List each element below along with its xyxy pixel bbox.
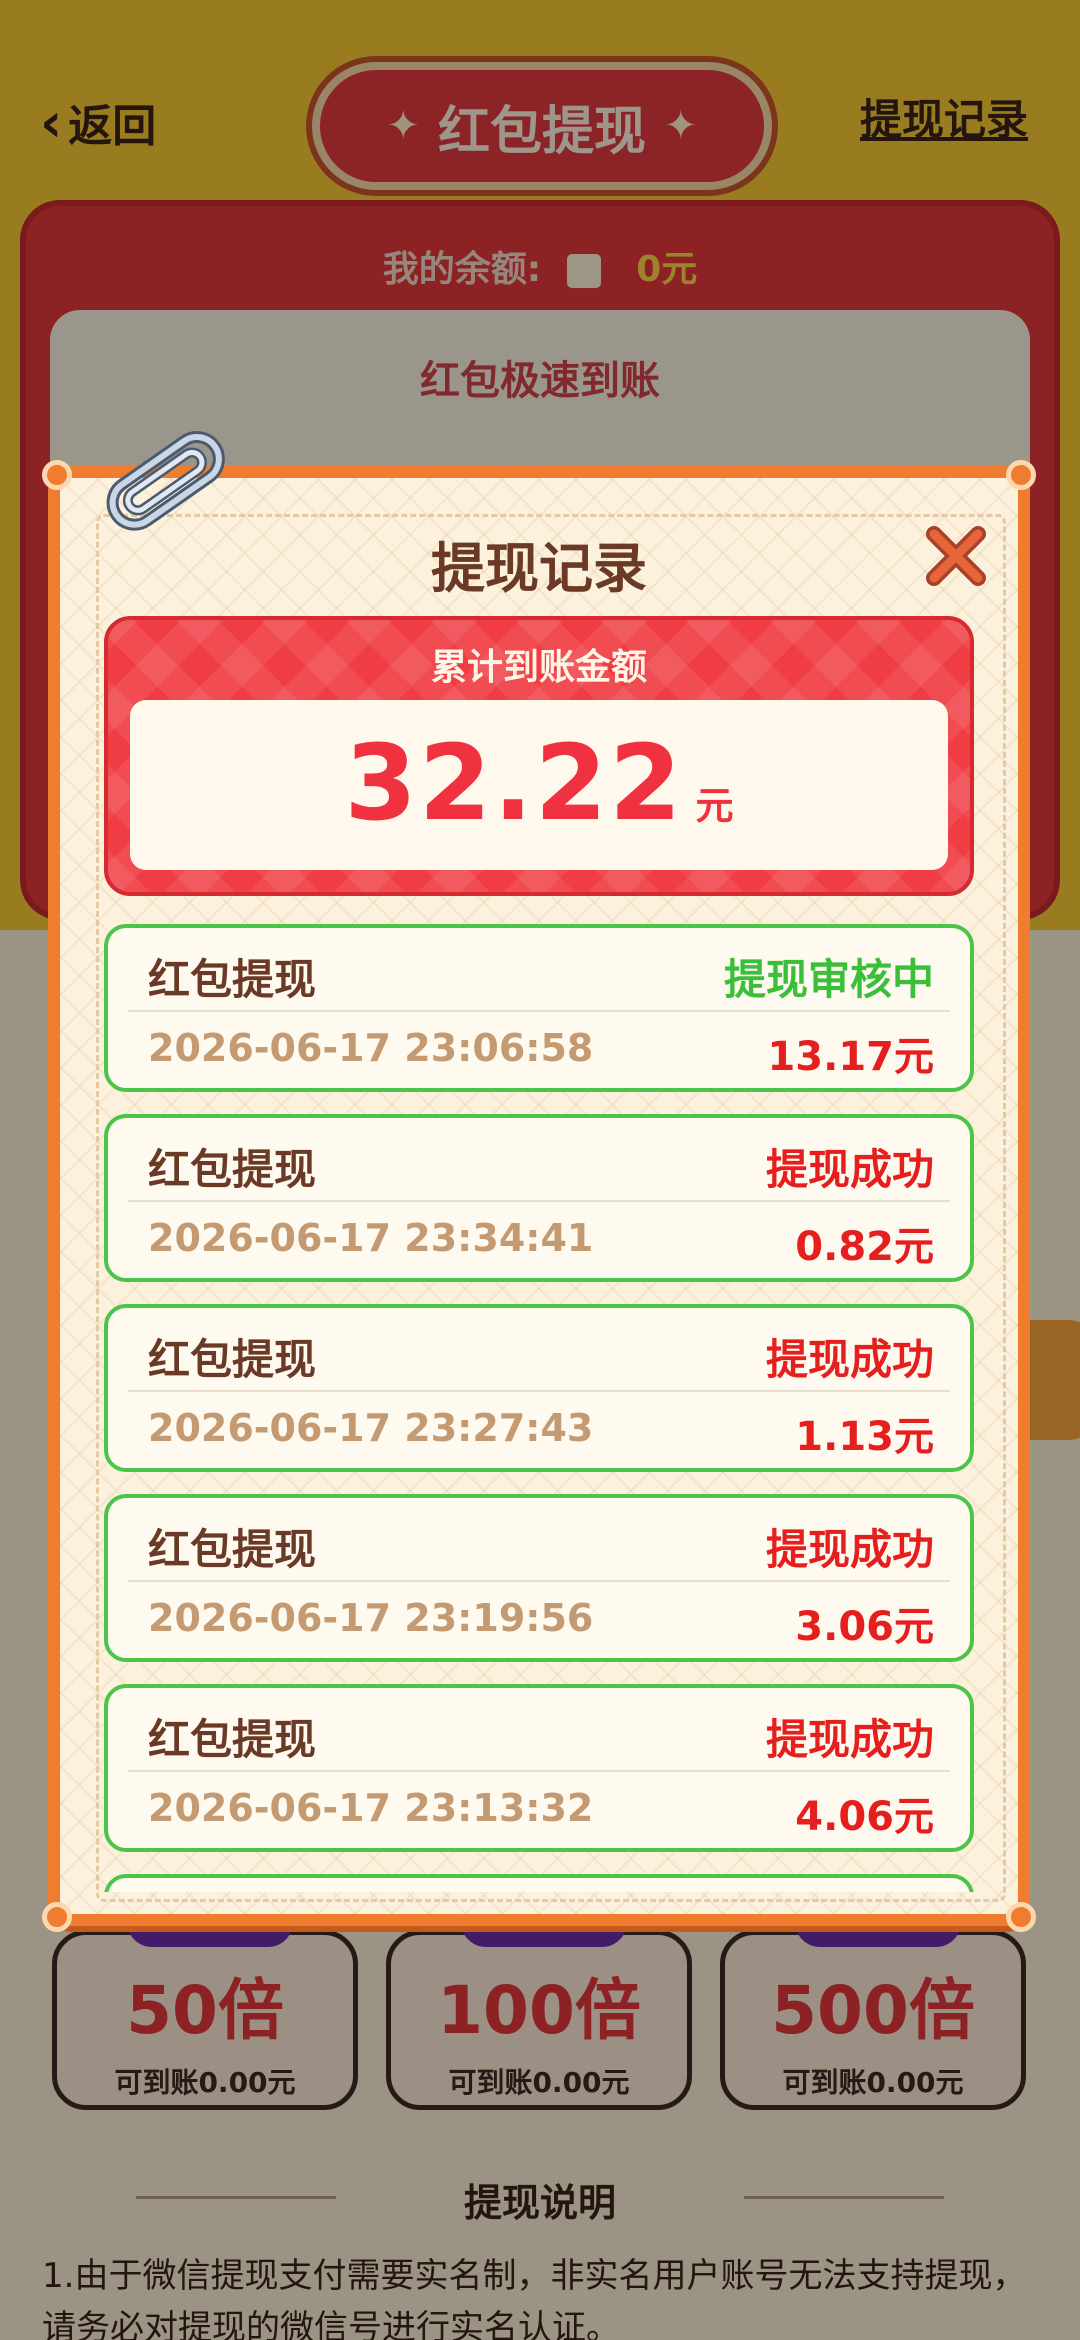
record-status: 提现成功 [765,1145,934,1194]
record-name: 红包提现 [148,1335,317,1384]
record-time: 2026-06-17 23:19:56 [148,1596,594,1640]
total-amount-box: 32.22 元 [130,700,948,870]
corner-rivet-icon [42,1902,72,1932]
total-amount: 32.22 [344,722,684,844]
record-name: 红包提现 [148,1525,317,1574]
record-name: 红包提现 [148,955,317,1004]
withdraw-record-row[interactable]: 红包提现 提现成功 2026-06-17 23:27:43 1.13元 [104,1304,974,1472]
record-divider [128,1770,950,1772]
corner-rivet-icon [42,460,72,490]
close-icon [926,526,986,586]
record-divider [128,1390,950,1392]
withdraw-record-row[interactable]: 红包提现 提现成功 2026-06-17 23:13:32 4.06元 [104,1684,974,1852]
record-name: 红包提现 [148,1715,317,1764]
corner-rivet-icon [1006,1902,1036,1932]
withdraw-record-row[interactable]: 红包提现 提现审核中 2026-06-17 23:06:58 13.17元 [104,924,974,1092]
record-divider [128,1580,950,1582]
record-time: 2026-06-17 23:06:58 [148,1026,594,1070]
withdraw-record-modal: 提现记录 累计到账金额 32.22 元 红包提现 提现审核中 2026-06-17 … [42,460,1036,1932]
withdraw-record-row[interactable]: 红包提现 提现成功 2026-06-17 23:19:56 3.06元 [104,1494,974,1662]
record-amount: 1.13元 [795,1414,934,1460]
record-time: 2026-06-17 23:27:43 [148,1406,594,1450]
withdraw-record-row[interactable]: 红包提现 提现成功 2026-06-17 23:34:41 0.82元 [104,1114,974,1282]
record-name: 红包提现 [148,1145,317,1194]
record-status: 提现成功 [765,1525,934,1574]
corner-rivet-icon [1006,460,1036,490]
record-time: 2026-06-17 23:34:41 [148,1216,594,1260]
total-unit: 元 [695,784,734,828]
close-button[interactable] [918,518,994,594]
record-amount: 4.06元 [795,1794,934,1840]
total-amount-card: 累计到账金额 32.22 元 [104,616,974,896]
record-status: 提现成功 [765,1335,934,1384]
record-status: 提现审核中 [723,955,934,1004]
record-divider [128,1200,950,1202]
total-label: 累计到账金额 [430,647,647,688]
withdraw-record-row-partial[interactable] [104,1874,974,1892]
record-time: 2026-06-17 23:13:32 [148,1786,594,1830]
record-amount: 13.17元 [767,1034,934,1080]
record-list[interactable]: 红包提现 提现审核中 2026-06-17 23:06:58 13.17元 红包提现 提现… [104,924,974,1892]
record-amount: 0.82元 [795,1224,934,1270]
record-amount: 3.06元 [795,1604,934,1650]
record-status: 提现成功 [765,1715,934,1764]
record-divider [128,1010,950,1012]
paperclip-icon [106,431,225,531]
